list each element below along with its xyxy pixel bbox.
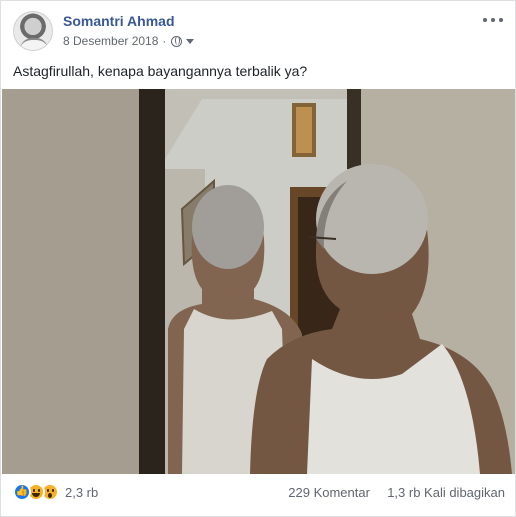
reaction-count[interactable]: 2,3 rb [65,485,98,500]
post-stats: 229 Komentar 1,3 rb Kali dibagikan [288,485,505,500]
author-avatar[interactable] [13,11,53,51]
globe-icon[interactable] [171,35,183,47]
meta-separator: · [162,34,167,48]
like-icon: 👍 [13,483,31,501]
author-name[interactable]: Somantri Ahmad [63,13,175,29]
more-options-icon[interactable] [483,15,503,25]
post-photo[interactable] [2,89,515,474]
post-caption: Astagfirullah, kenapa bayangannya terbal… [13,63,308,79]
post-header: Somantri Ahmad 8 Desember 2018 · [13,11,505,55]
share-count[interactable]: 1,3 rb Kali dibagikan [387,485,505,500]
post-footer: 👍 2,3 rb 229 Komentar 1,3 rb Kali dibagi… [13,482,505,506]
post-meta: 8 Desember 2018 · [63,34,195,48]
post-date[interactable]: 8 Desember 2018 [63,34,158,48]
caret-down-icon[interactable] [186,38,195,44]
comment-count[interactable]: 229 Komentar [288,485,370,500]
reactions-summary[interactable]: 👍 2,3 rb [13,483,98,501]
post-card: Somantri Ahmad 8 Desember 2018 · Astagfi… [0,0,516,517]
